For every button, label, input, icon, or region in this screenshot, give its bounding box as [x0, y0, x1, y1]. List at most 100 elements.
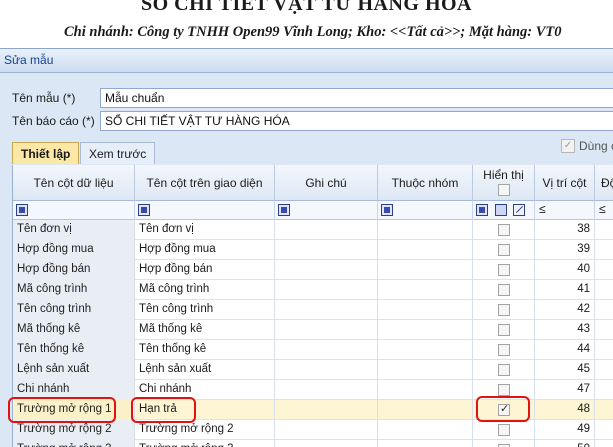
row-group[interactable]: [378, 300, 473, 320]
row-group[interactable]: [378, 440, 473, 447]
row-width[interactable]: [595, 340, 613, 360]
row-position[interactable]: 43: [535, 320, 595, 340]
row-ui-column[interactable]: Hợp đồng mua: [135, 240, 275, 260]
filter-checked-icon[interactable]: [495, 204, 507, 216]
row-group[interactable]: [378, 220, 473, 240]
header-width[interactable]: Độ: [595, 165, 613, 201]
row-show-checkbox[interactable]: [498, 344, 510, 356]
row-position[interactable]: 47: [535, 380, 595, 400]
table-row[interactable]: Lệnh sản xuất Lệnh sản xuất 45: [13, 360, 613, 380]
header-ui-column[interactable]: Tên cột trên giao diện: [135, 165, 275, 201]
row-show-checkbox[interactable]: [498, 424, 510, 436]
table-row[interactable]: Hợp đồng bán Hợp đồng bán 40: [13, 260, 613, 280]
row-note[interactable]: [275, 420, 378, 440]
tab-thiet-lap[interactable]: Thiết lập: [12, 142, 80, 164]
filter-operator-icon[interactable]: [476, 204, 488, 216]
row-group[interactable]: [378, 400, 473, 420]
row-width[interactable]: [595, 380, 613, 400]
row-ui-column[interactable]: Trường mở rộng 3: [135, 440, 275, 447]
row-ui-column[interactable]: Trường mở rộng 2: [135, 420, 275, 440]
row-width[interactable]: [595, 400, 613, 420]
filter-data-column[interactable]: [13, 201, 135, 220]
row-position[interactable]: 48: [535, 400, 595, 420]
row-position[interactable]: 49: [535, 420, 595, 440]
template-name-input[interactable]: [100, 88, 613, 108]
row-group[interactable]: [378, 420, 473, 440]
filter-group[interactable]: [378, 201, 473, 220]
row-group[interactable]: [378, 280, 473, 300]
row-show-checkbox[interactable]: [498, 384, 510, 396]
row-position[interactable]: 45: [535, 360, 595, 380]
row-show-checkbox[interactable]: [498, 284, 510, 296]
filter-le-icon[interactable]: ≤: [539, 202, 546, 216]
row-width[interactable]: [595, 420, 613, 440]
row-note[interactable]: [275, 300, 378, 320]
row-position[interactable]: 50: [535, 440, 595, 447]
row-width[interactable]: [595, 360, 613, 380]
row-group[interactable]: [378, 320, 473, 340]
filter-le-icon[interactable]: ≤: [599, 202, 606, 216]
row-ui-column[interactable]: Tên đơn vị: [135, 220, 275, 240]
table-row[interactable]: Tên thống kê Tên thống kê 44: [13, 340, 613, 360]
row-show-checkbox[interactable]: [498, 264, 510, 276]
filter-ui-column[interactable]: [135, 201, 275, 220]
row-width[interactable]: [595, 240, 613, 260]
row-note[interactable]: [275, 440, 378, 447]
header-show-all-checkbox[interactable]: [497, 184, 510, 196]
report-name-input[interactable]: [100, 111, 613, 131]
row-position[interactable]: 42: [535, 300, 595, 320]
filter-note[interactable]: [275, 201, 378, 220]
header-show[interactable]: Hiển thị: [473, 165, 535, 201]
table-row[interactable]: Trường mở rộng 3Trường mở rộng 3 50: [13, 440, 613, 447]
row-show-checkbox[interactable]: [498, 244, 510, 256]
row-note[interactable]: [275, 380, 378, 400]
row-group[interactable]: [378, 240, 473, 260]
tab-xem-truoc[interactable]: Xem trước: [80, 142, 156, 164]
row-note[interactable]: [275, 220, 378, 240]
row-note[interactable]: [275, 240, 378, 260]
row-position[interactable]: 44: [535, 340, 595, 360]
header-note[interactable]: Ghi chú: [275, 165, 378, 201]
row-width[interactable]: [595, 280, 613, 300]
row-width[interactable]: [595, 300, 613, 320]
row-group[interactable]: [378, 260, 473, 280]
row-group[interactable]: [378, 360, 473, 380]
filter-operator-icon[interactable]: [381, 204, 393, 216]
row-width[interactable]: [595, 220, 613, 240]
table-row[interactable]: Trường mở rộng 2 Trường mở rộng 2 49: [13, 420, 613, 440]
row-width[interactable]: [595, 440, 613, 447]
row-note[interactable]: [275, 260, 378, 280]
row-note[interactable]: [275, 280, 378, 300]
filter-operator-icon[interactable]: [16, 204, 28, 216]
row-ui-column[interactable]: Mã công trình: [135, 280, 275, 300]
header-data-column[interactable]: Tên cột dữ liệu: [13, 165, 135, 201]
header-group[interactable]: Thuộc nhóm: [378, 165, 473, 201]
row-ui-column[interactable]: Mã thống kê: [135, 320, 275, 340]
row-position[interactable]: 38: [535, 220, 595, 240]
use-option-checkbox[interactable]: ✓: [561, 139, 575, 153]
filter-operator-icon[interactable]: [278, 204, 290, 216]
row-note[interactable]: [275, 320, 378, 340]
row-note[interactable]: [275, 400, 378, 420]
row-note[interactable]: [275, 340, 378, 360]
table-row[interactable]: Hợp đồng mua Hợp đồng mua 39: [13, 240, 613, 260]
table-row[interactable]: Tên công trình Tên công trình 42: [13, 300, 613, 320]
header-position[interactable]: Vị trí cột: [535, 165, 595, 201]
row-ui-column[interactable]: Lệnh sản xuất: [135, 360, 275, 380]
row-width[interactable]: [595, 320, 613, 340]
row-group[interactable]: [378, 340, 473, 360]
row-ui-column[interactable]: Tên thống kê: [135, 340, 275, 360]
row-width[interactable]: [595, 260, 613, 280]
row-note[interactable]: [275, 360, 378, 380]
table-row[interactable]: Mã thống kê Mã thống kê 43: [13, 320, 613, 340]
row-show-checkbox[interactable]: [498, 304, 510, 316]
row-position[interactable]: 41: [535, 280, 595, 300]
table-row[interactable]: Mã công trình Mã công trình 41: [13, 280, 613, 300]
filter-show[interactable]: [473, 201, 535, 220]
filter-width[interactable]: ≤: [595, 201, 613, 220]
filter-position[interactable]: ≤: [535, 201, 595, 220]
filter-operator-icon[interactable]: [138, 204, 150, 216]
row-position[interactable]: 39: [535, 240, 595, 260]
row-show-checkbox[interactable]: [498, 364, 510, 376]
row-ui-column[interactable]: Hợp đồng bán: [135, 260, 275, 280]
